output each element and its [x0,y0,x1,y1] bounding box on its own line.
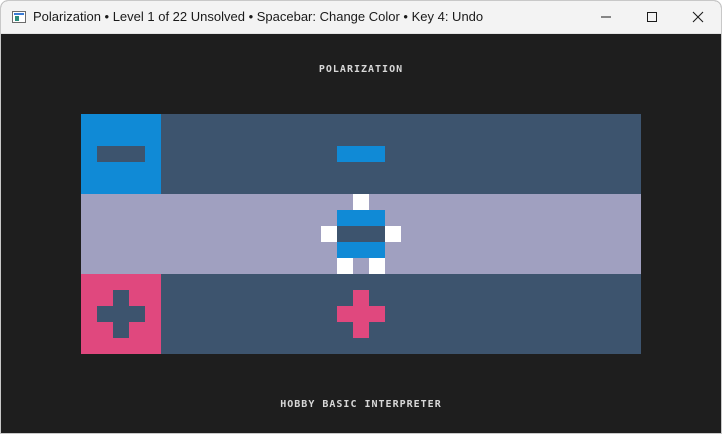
robot-antenna [353,194,369,210]
robot-left-arm [321,226,337,242]
footer-credit: HOBBY BASIC INTERPRETER [280,399,442,410]
game-board [81,114,641,354]
minus-icon [97,146,145,162]
robot-right-leg [369,258,385,274]
negative-terminal [81,114,161,194]
robot-right-arm [385,226,401,242]
title-bar[interactable]: Polarization • Level 1 of 22 Unsolved • … [1,1,721,34]
robot-waist [337,242,385,258]
maximize-button[interactable] [629,1,675,33]
close-icon [692,11,704,23]
maximize-icon [647,12,657,22]
game-canvas[interactable]: POLARIZATION HOBBY BASIC INTERPRETER [1,34,721,433]
robot-head [337,210,385,226]
positive-terminal [81,274,161,354]
game-title: POLARIZATION [318,64,404,75]
middle-row [81,194,641,274]
minimize-icon [601,16,611,18]
window-title: Polarization • Level 1 of 22 Unsolved • … [33,9,484,24]
minus-marker-icon [337,146,385,162]
minimize-button[interactable] [583,1,629,33]
top-row [81,114,641,194]
bottom-row [81,274,641,354]
app-window-icon [12,11,26,23]
close-button[interactable] [675,1,721,33]
robot-left-leg [337,258,353,274]
game-window: Polarization • Level 1 of 22 Unsolved • … [0,0,722,434]
robot-body [337,226,385,242]
